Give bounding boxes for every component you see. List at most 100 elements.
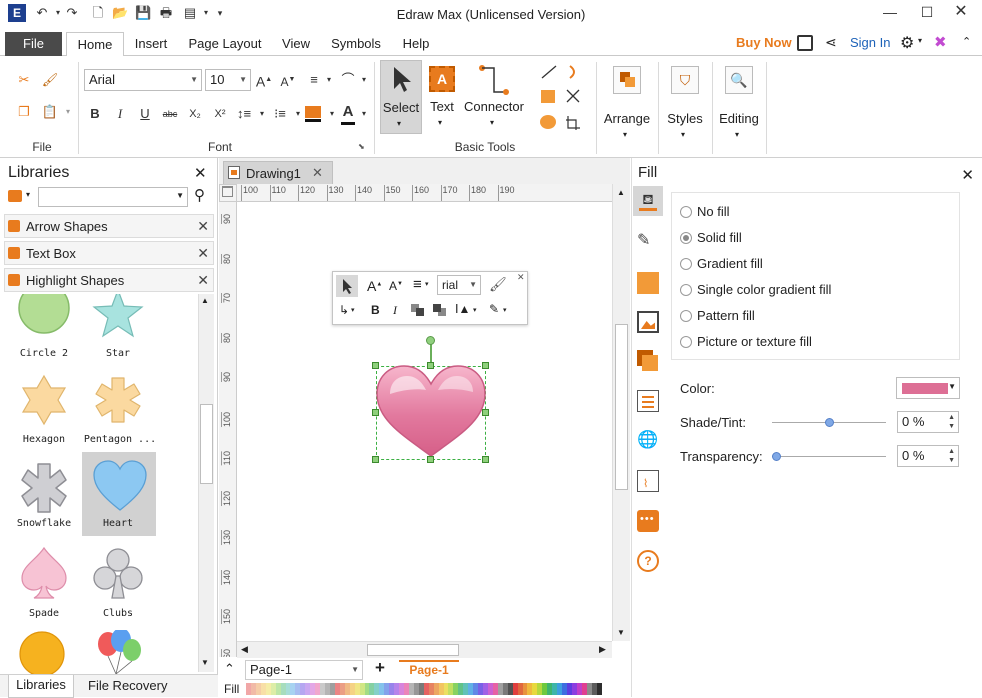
copy-icon[interactable]: ❐ [14, 102, 34, 122]
line-tool-icon[interactable]: ✎ [637, 230, 659, 252]
resize-handle[interactable] [372, 362, 379, 369]
font-dialog-launcher-icon[interactable]: ⬊ [358, 142, 365, 151]
close-icon[interactable]: ✕ [197, 245, 209, 262]
shadow-tool-icon[interactable] [637, 272, 659, 294]
close-libraries-icon[interactable]: ✕ [194, 164, 207, 182]
mini-distribute-dropdown-icon[interactable]: ▾ [473, 306, 477, 314]
attachment-icon[interactable]: ⌇ [637, 470, 659, 492]
font-color-dropdown-icon[interactable]: ▾ [354, 104, 374, 124]
tab-home[interactable]: Home [66, 32, 124, 57]
library-row-text-box[interactable]: Text Box ✕ [4, 241, 214, 265]
radio-gradient-fill[interactable] [680, 258, 692, 270]
add-page-icon[interactable]: + [375, 658, 385, 678]
close-panel-icon[interactable]: ✕ [961, 166, 974, 184]
tab-help[interactable]: Help [396, 32, 436, 56]
radio-solid-fill[interactable] [680, 232, 692, 244]
canvas-horizontal-scrollbar[interactable]: ◀ ▶ [237, 641, 612, 658]
arrange-button[interactable]: Arrange ▾ [600, 62, 654, 146]
image-tool-icon[interactable] [637, 311, 659, 333]
shape-star[interactable]: Star [82, 294, 154, 360]
comment-icon[interactable]: ••• [637, 510, 659, 532]
help-icon[interactable]: ? [637, 550, 659, 572]
option-single-color-gradient-fill[interactable]: Single color gradient fill [697, 282, 831, 297]
fill-tool-button[interactable]: ⛾ [633, 186, 663, 216]
document-tool-icon[interactable] [637, 390, 659, 412]
color-picker[interactable]: ▼ [896, 377, 960, 399]
option-pattern-fill[interactable]: Pattern fill [697, 308, 755, 323]
buy-now-link[interactable]: Buy Now [736, 35, 792, 50]
scroll-right-icon[interactable]: ▶ [599, 644, 606, 655]
close-window-button[interactable]: ✕ [946, 2, 976, 24]
line-spacing-dropdown-icon[interactable]: ▾ [252, 104, 272, 124]
mini-connector-dropdown-icon[interactable]: ▾ [351, 306, 355, 314]
library-search-input[interactable]: ▼ [38, 187, 188, 207]
spin-arrows-icon[interactable]: ▲ ▼ [948, 413, 955, 431]
mini-toolbar-close-icon[interactable]: ✕ [517, 272, 525, 283]
editing-button[interactable]: 🔍 Editing ▾ [716, 62, 762, 146]
heart-shape[interactable] [374, 364, 488, 462]
font-size-combo[interactable]: 10 ▼ [205, 69, 251, 91]
font-name-combo[interactable]: Arial ▼ [84, 69, 202, 91]
close-icon[interactable]: ✕ [197, 272, 209, 289]
connector-tool-button[interactable]: Connector ▾ [462, 60, 526, 134]
mini-select-icon[interactable] [336, 275, 358, 297]
mini-connector-icon[interactable]: ↳ [339, 303, 349, 317]
minimize-button[interactable]: — [875, 2, 905, 24]
paste-icon[interactable]: 📋 [40, 102, 60, 122]
shape-snowflake[interactable]: Snowflake [8, 456, 80, 538]
sun-ball-shape-icon[interactable] [18, 630, 66, 674]
mini-increase-font-icon[interactable]: A▲ [367, 278, 382, 294]
shape-tools-palette[interactable] [538, 64, 590, 136]
balloons-shape-icon[interactable] [94, 630, 144, 674]
mini-send-back-icon[interactable] [433, 304, 447, 316]
italic-icon[interactable]: I [110, 104, 130, 124]
radio-pattern-fill[interactable] [680, 310, 692, 322]
shape-spade[interactable]: Spade [8, 546, 80, 626]
color-swatches[interactable] [246, 683, 602, 695]
underline-icon[interactable]: U [135, 104, 155, 124]
library-row-highlight-shapes[interactable]: Highlight Shapes ✕ [4, 268, 214, 292]
account-icon[interactable] [797, 35, 813, 51]
tab-page-layout[interactable]: Page Layout [182, 32, 268, 56]
resize-handle[interactable] [482, 362, 489, 369]
scrollbar-thumb[interactable] [615, 324, 628, 490]
scroll-left-icon[interactable]: ◀ [241, 644, 248, 655]
scroll-down-icon[interactable]: ▼ [617, 628, 625, 637]
styles-button[interactable]: ⛉ Styles ▾ [662, 62, 708, 146]
settings-gear-icon[interactable]: ⚙ [900, 33, 914, 53]
mini-font-combo[interactable]: rial ▼ [437, 275, 481, 295]
text-tool-button[interactable]: A Text ▾ [426, 60, 458, 134]
mini-bring-front-icon[interactable] [411, 304, 425, 316]
mini-italic-icon[interactable]: I [393, 303, 397, 318]
resize-handle[interactable] [427, 362, 434, 369]
close-icon[interactable]: ✕ [197, 218, 209, 235]
subscript-icon[interactable]: X₂ [185, 104, 205, 124]
text-direction-dropdown-icon[interactable]: ▾ [354, 70, 374, 90]
mini-bold-icon[interactable]: B [371, 303, 380, 317]
search-icon[interactable]: ⚲ [194, 186, 205, 204]
transparency-spinbox[interactable]: 0 % ▲ ▼ [897, 445, 959, 467]
spin-arrows-icon[interactable]: ▲ ▼ [948, 447, 955, 465]
scroll-up-icon[interactable]: ▲ [201, 296, 209, 305]
scroll-down-icon[interactable]: ▼ [201, 658, 209, 667]
settings-dropdown-icon[interactable]: ▾ [918, 36, 922, 45]
mini-format-painter-icon[interactable]: 🖌 [489, 276, 507, 293]
resize-handle[interactable] [372, 409, 379, 416]
radio-single-color-gradient-fill[interactable] [680, 284, 692, 296]
shade-spinbox[interactable]: 0 % ▲ ▼ [897, 411, 959, 433]
tab-insert[interactable]: Insert [127, 32, 175, 56]
resize-handle[interactable] [372, 456, 379, 463]
highlight-color-icon[interactable] [305, 106, 321, 118]
align-dropdown-icon[interactable]: ▾ [319, 70, 339, 90]
library-scrollbar[interactable]: ▲ ▼ [198, 294, 214, 672]
shape-pentagon[interactable]: Pentagon ... [82, 372, 162, 452]
resize-handle[interactable] [427, 456, 434, 463]
tab-file-recovery[interactable]: File Recovery [88, 676, 167, 696]
radio-no-fill[interactable] [680, 206, 692, 218]
mini-line-style-dropdown-icon[interactable]: ▾ [503, 306, 507, 314]
shape-circle-2[interactable]: Circle 2 [8, 294, 80, 360]
rotation-handle[interactable] [426, 336, 435, 345]
page-select[interactable]: Page-1 ▼ [245, 660, 363, 680]
share-icon[interactable]: ⋖ [825, 34, 837, 51]
paste-dropdown-icon[interactable]: ▾ [58, 102, 78, 122]
